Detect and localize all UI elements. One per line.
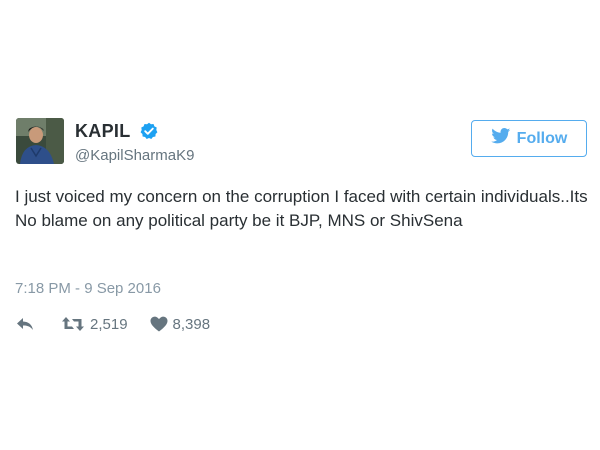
follow-button-label: Follow xyxy=(516,129,568,147)
tweet-card: KAPIL @KapilSharmaK9 Follow I just voice… xyxy=(0,0,600,450)
tweet-timestamp[interactable]: 7:18 PM - 9 Sep 2016 xyxy=(15,280,161,297)
reply-icon xyxy=(15,316,35,332)
display-name[interactable]: KAPIL xyxy=(75,121,131,142)
retweet-count: 2,519 xyxy=(90,315,128,333)
verified-badge-icon xyxy=(140,122,158,140)
user-handle[interactable]: @KapilSharmaK9 xyxy=(75,147,194,164)
tweet-actions: 2,519 8,398 xyxy=(15,312,210,336)
tweet-text: I just voiced my concern on the corrupti… xyxy=(15,187,588,230)
twitter-bird-icon xyxy=(490,128,511,149)
avatar[interactable] xyxy=(16,118,64,164)
heart-icon xyxy=(150,316,168,332)
like-count: 8,398 xyxy=(172,315,211,333)
reply-button[interactable] xyxy=(15,316,35,332)
follow-button[interactable]: Follow xyxy=(471,120,587,157)
like-button[interactable]: 8,398 xyxy=(150,315,211,333)
retweet-button[interactable]: 2,519 xyxy=(61,316,128,333)
retweet-icon xyxy=(61,316,85,332)
